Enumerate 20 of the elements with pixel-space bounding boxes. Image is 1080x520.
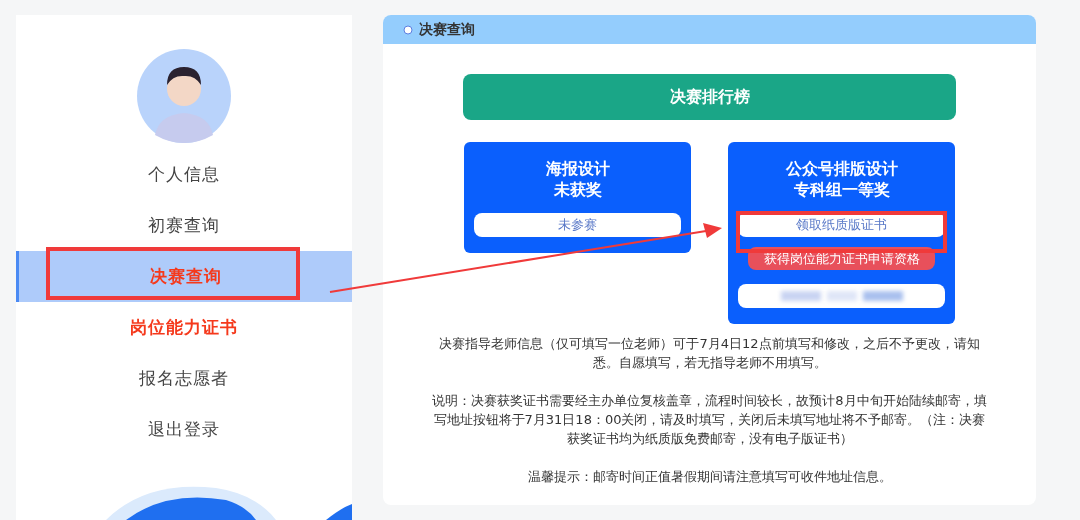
circle-icon [403, 24, 413, 35]
card-button[interactable]: 未参赛 [474, 213, 681, 237]
sidebar-item[interactable]: 退出登录 [16, 404, 352, 455]
card-button[interactable]: 领取纸质版证书 [738, 213, 945, 237]
award-result: 专科组一等奖 [793, 179, 890, 200]
notice-paragraph: 说明：决赛获奖证书需要经主办单位复核盖章，流程时间较长，故预计8月中旬开始陆续邮寄，填写地址按钮将于7月31日18：00关闭，请及时填写，关闭后未填写地址将不予邮寄。（注：决赛获奖证书均为纸质版免费邮寄，没有电子版证书） [431, 392, 988, 448]
avatar-icon [137, 49, 231, 143]
sidebar-item[interactable]: 报名志愿者 [16, 353, 352, 404]
sidebar-item[interactable]: 岗位能力证书 [16, 302, 352, 353]
notice-paragraph: 温馨提示：邮寄时间正值暑假期间请注意填写可收件地址信息。 [526, 468, 893, 486]
sidebar-item[interactable]: 决赛查询 [16, 251, 352, 302]
card-title: 公众号排版设计 [785, 158, 898, 179]
redacted-button[interactable] [738, 284, 945, 308]
leaderboard-button[interactable]: 决赛排行榜 [463, 74, 956, 120]
award-result: 未获奖 [553, 179, 602, 200]
panel-title: 决赛查询 [419, 20, 475, 39]
notice-paragraph: 决赛指导老师信息（仅可填写一位老师）可于7月4日12点前填写和修改，之后不予更改，请知悉。自愿填写，若无指导老师不用填写。 [438, 335, 981, 372]
card-title: 海报设计 [545, 158, 610, 179]
sidebar-item[interactable]: 初赛查询 [16, 200, 352, 251]
sidebar-item[interactable]: 个人信息 [16, 149, 352, 200]
